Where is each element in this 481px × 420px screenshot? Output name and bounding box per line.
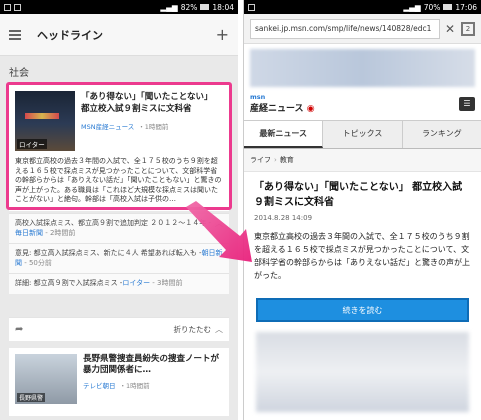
breadcrumb-item[interactable]: ライフ [250, 156, 271, 164]
article-date: 2014.8.28 14:09 [254, 214, 313, 222]
ad-banner[interactable] [250, 49, 475, 87]
chevron-up-icon[interactable]: ︿ [215, 324, 223, 335]
fold-bar: ➦ 折りたたむ ︿ [9, 317, 229, 341]
thumbnail-caption: 長野県警 [17, 393, 46, 402]
story-source[interactable]: テレビ朝日 [83, 382, 116, 390]
section-label: 社会 [9, 68, 29, 79]
tabs-icon[interactable]: 2 [461, 21, 475, 36]
clock: 17:06 [455, 2, 477, 12]
story-snippet: 東京都立高校の過去３年間の入試で、全１７５校のうち９割を超える１６５校で採点ミス… [15, 157, 222, 203]
notification-icon [4, 3, 11, 11]
story-source[interactable]: MSN産経ニュース [81, 123, 134, 131]
tab-latest[interactable]: 最新ニュース [244, 121, 324, 148]
related-item[interactable]: ︿ 高校入試採点ミス、都立高９割で追加判定 ２０１２～１４年 -毎日新聞 - 2時… [9, 213, 229, 243]
tab-topics[interactable]: トピックス [323, 121, 403, 148]
story-thumbnail[interactable]: ロイター [15, 91, 75, 151]
notification-icon [248, 3, 255, 11]
share-icon[interactable]: ➦ [15, 324, 23, 335]
signal-icon: ▂▄▆ [160, 2, 178, 12]
collapse-button[interactable]: 折りたたむ [174, 324, 212, 335]
status-bar: ▂▄▆ 82% 18:04 [0, 0, 238, 14]
browser-toolbar: sankei.jp.msn.com/smp/life/news/140828/e… [244, 14, 481, 44]
article-title: 「あり得ない」「聞いたことない」 都立校入試９割ミスに文科省 [254, 182, 463, 208]
article: 「あり得ない」「聞いたことない」 都立校入試９割ミスに文科省 2014.8.28… [244, 172, 481, 290]
battery-icon [200, 4, 210, 10]
close-icon[interactable]: ✕ [445, 22, 455, 36]
breadcrumb: ライフ › 教育 [244, 149, 481, 172]
story-title[interactable]: 「あり得ない」「聞いたことない」 都立校入試９割ミスに文科省 [81, 91, 223, 115]
signal-icon: ▂▄▆ [403, 2, 421, 12]
read-more-button[interactable]: 続きを読む [256, 298, 469, 322]
story-card[interactable]: 長野県警 長野県警捜査員紛失の捜査ノートが暴力団関係者に… テレビ朝日 ・1時間前 [9, 348, 229, 416]
site-logo[interactable]: msn 産経ニュース ◉ [250, 93, 315, 114]
ad-banner[interactable] [256, 332, 469, 412]
story-title[interactable]: 長野県警捜査員紛失の捜査ノートが暴力団関係者に… [83, 354, 223, 376]
notification-icon [14, 3, 21, 11]
related-item[interactable]: 詳細: 都立高９割で入試採点ミス -ロイター - 3時間前 [9, 273, 229, 294]
story-time: ・1時間前 [119, 382, 150, 390]
headline-story-card[interactable]: ロイター 「あり得ない」「聞いたことない」 都立校入試９割ミスに文科省 MSN産… [9, 85, 229, 211]
battery-icon [443, 4, 453, 10]
tab-ranking[interactable]: ランキング [402, 121, 481, 148]
story-time: ・1時間前 [138, 123, 169, 131]
add-icon[interactable]: + [216, 25, 229, 44]
nav-tabs: 最新ニュース トピックス ランキング [244, 121, 481, 149]
related-list: ︿ 高校入試採点ミス、都立高９割で追加判定 ２０１２～１４年 -毎日新聞 - 2時… [9, 213, 229, 294]
chevron-up-icon[interactable]: ︿ [215, 219, 223, 229]
menu-icon[interactable] [9, 29, 21, 40]
related-item[interactable]: 意見: 都立高入試採点ミス、新たに４人 希望あれば転入も -朝日新聞 - 50分… [9, 243, 229, 273]
article-body: 東京都立高校の過去３年間の入試で、全１７５校のうち９割を超える１６５校で採点ミス… [254, 232, 470, 280]
battery-level: 82% [180, 2, 198, 12]
url-field[interactable]: sankei.jp.msn.com/smp/life/news/140828/e… [250, 18, 440, 39]
clock: 18:04 [212, 2, 234, 12]
breadcrumb-item[interactable]: 教育 [280, 156, 294, 164]
thumbnail-caption: ロイター [17, 139, 47, 149]
site-header: msn 産経ニュース ◉ ☰ [244, 87, 481, 121]
status-bar: ▂▄▆ 70% 17:06 [244, 0, 481, 14]
right-phone-screen: ▂▄▆ 70% 17:06 sankei.jp.msn.com/smp/life… [243, 0, 481, 420]
app-title: ヘッドライン [37, 28, 103, 42]
story-thumbnail[interactable]: 長野県警 [15, 354, 77, 404]
battery-level: 70% [423, 2, 441, 12]
app-bar: ヘッドライン + [0, 14, 238, 56]
menu-icon[interactable]: ☰ [459, 96, 475, 111]
